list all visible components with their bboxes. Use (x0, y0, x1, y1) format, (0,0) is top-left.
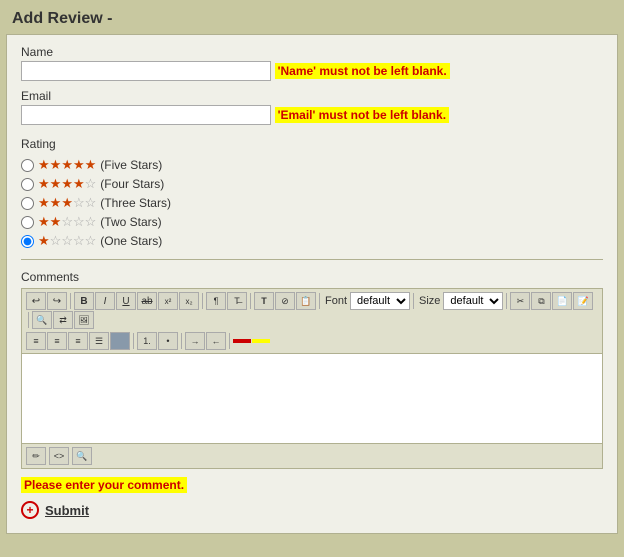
italic-button[interactable]: I (95, 292, 115, 310)
submit-row: Submit (21, 501, 603, 519)
indent-button[interactable]: → (185, 332, 205, 350)
name-error: 'Name' must not be left blank. (275, 63, 450, 79)
rating-two-stars: ★★☆☆☆ (Two Stars) (21, 214, 603, 230)
align-right-button[interactable]: ≡ (68, 332, 88, 350)
name-field-group: Name 'Name' must not be left blank. (21, 45, 603, 83)
toolbar-sep6 (506, 293, 507, 309)
size-label: Size (419, 295, 440, 307)
stars-three: ★★★☆☆ (38, 195, 96, 211)
align-left-button[interactable]: ≡ (26, 332, 46, 350)
two-stars-label: (Two Stars) (100, 215, 161, 229)
rating-three-stars: ★★★☆☆ (Three Stars) (21, 195, 603, 211)
color-yellow-swatch[interactable] (252, 339, 270, 343)
toolbar-sep9 (181, 333, 182, 349)
toolbar-sep5 (413, 293, 414, 309)
paste-text-button[interactable]: 📝 (573, 292, 593, 310)
strikethrough-button[interactable]: ab (137, 292, 157, 310)
email-label: Email (21, 89, 603, 103)
underline-button[interactable]: U (116, 292, 136, 310)
rating-label: Rating (21, 137, 603, 151)
submit-button[interactable]: Submit (45, 503, 89, 518)
source-button[interactable]: ✏ (26, 447, 46, 465)
email-input[interactable] (21, 105, 271, 125)
html-button[interactable]: <> (49, 447, 69, 465)
toolbar-sep4 (319, 293, 320, 309)
radio-four-stars[interactable] (21, 178, 34, 191)
toolbar-sep8 (133, 333, 134, 349)
rating-one-star: ★☆☆☆☆ (One Stars) (21, 233, 603, 249)
toolbar-sep3 (250, 293, 251, 309)
editor-container: ↩ ↪ B I U ab x² x₂ ¶ T̶ T ⊘ (21, 288, 603, 469)
undo-button[interactable]: ↩ (26, 292, 46, 310)
email-field-group: Email 'Email' must not be left blank. (21, 89, 603, 127)
paste-button[interactable]: 📋 (296, 292, 316, 310)
outdent-button[interactable]: ← (206, 332, 226, 350)
editor-footer: ✏ <> 🔍 (22, 444, 602, 468)
radio-three-stars[interactable] (21, 197, 34, 210)
superscript-button[interactable]: x² (158, 292, 178, 310)
radio-two-stars[interactable] (21, 216, 34, 229)
stars-two: ★★☆☆☆ (38, 214, 96, 230)
font-select[interactable]: default (350, 292, 410, 310)
rating-section: Rating ★★★★★ (Five Stars) ★★★★☆ (Four St… (21, 137, 603, 249)
remove-format-button[interactable]: ⊘ (275, 292, 295, 310)
copy-button[interactable]: ⧉ (531, 292, 551, 310)
subscript-button[interactable]: x₂ (179, 292, 199, 310)
toolbar-sep10 (229, 333, 230, 349)
find-button[interactable]: 🔍 (32, 311, 52, 329)
page-title: Add Review - (4, 4, 620, 34)
radio-one-star[interactable] (21, 235, 34, 248)
four-stars-label: (Four Stars) (100, 177, 164, 191)
align-justify-button[interactable]: ☰ (89, 332, 109, 350)
redo-button[interactable]: ↪ (47, 292, 67, 310)
font-label: Font (325, 295, 347, 307)
text-color-button[interactable]: T (254, 292, 274, 310)
one-star-label: (One Stars) (100, 234, 162, 248)
bold-button[interactable]: B (74, 292, 94, 310)
toolbar-sep7 (28, 312, 29, 328)
rating-five-stars: ★★★★★ (Five Stars) (21, 157, 603, 173)
email-error: 'Email' must not be left blank. (275, 107, 449, 123)
five-stars-label: (Five Stars) (100, 158, 162, 172)
radio-five-stars[interactable] (21, 159, 34, 172)
name-label: Name (21, 45, 603, 59)
clear-format-button[interactable]: T̶ (227, 292, 247, 310)
editor-toolbar: ↩ ↪ B I U ab x² x₂ ¶ T̶ T ⊘ (22, 289, 602, 354)
size-select[interactable]: default (443, 292, 503, 310)
ul-button[interactable]: • (158, 332, 178, 350)
editor-body[interactable] (22, 354, 602, 444)
three-stars-label: (Three Stars) (100, 196, 171, 210)
toolbar-sep2 (202, 293, 203, 309)
ol-button[interactable]: 1. (137, 332, 157, 350)
color-bg-button[interactable] (110, 332, 130, 350)
comments-label: Comments (21, 270, 603, 284)
align-center-button[interactable]: ≡ (47, 332, 67, 350)
stars-five: ★★★★★ (38, 157, 96, 173)
toolbar-sep1 (70, 293, 71, 309)
replace-button[interactable]: ⇄ (53, 311, 73, 329)
comments-section: Comments ↩ ↪ B I U ab x² x₂ ¶ (21, 270, 603, 469)
paste2-button[interactable]: 📄 (552, 292, 572, 310)
color-red-swatch[interactable] (233, 339, 251, 343)
comment-error: Please enter your comment. (21, 477, 187, 493)
image-button[interactable]: 🖼 (74, 311, 94, 329)
stars-four: ★★★★☆ (38, 176, 96, 192)
submit-icon (21, 501, 39, 519)
rating-four-stars: ★★★★☆ (Four Stars) (21, 176, 603, 192)
divider (21, 259, 603, 260)
format-button[interactable]: ¶ (206, 292, 226, 310)
name-input[interactable] (21, 61, 271, 81)
cut-button[interactable]: ✂ (510, 292, 530, 310)
maximize-button[interactable]: 🔍 (72, 447, 92, 465)
stars-one: ★☆☆☆☆ (38, 233, 96, 249)
